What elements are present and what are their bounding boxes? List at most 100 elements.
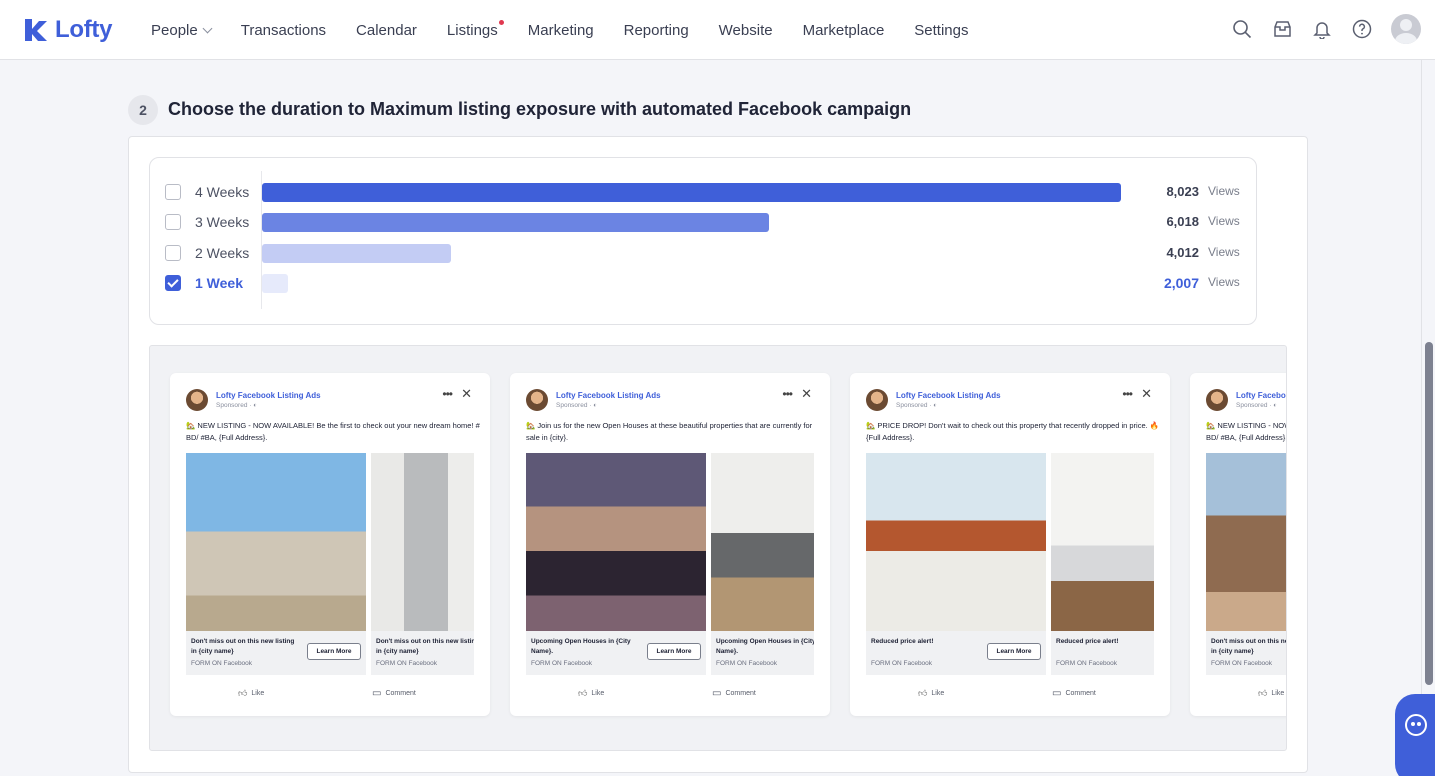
nav-item-label: Transactions: [240, 21, 327, 39]
nav-item-label: Reporting: [623, 21, 689, 39]
nav-item-reporting[interactable]: Reporting: [624, 22, 689, 39]
nav-item-transactions[interactable]: Transactions: [241, 22, 326, 39]
ad-header: Lofty Facebook Listing Ads Sponsored · ◐: [866, 389, 1001, 411]
nav-item-marketing[interactable]: Marketing: [528, 22, 594, 39]
thumbs-up-icon: 👍︎: [578, 688, 588, 698]
listing-photo: [186, 453, 366, 631]
carousel-headline: Don't miss out on this new listing in {c…: [376, 638, 474, 655]
ad-page-name: Lofty Facebook Listing Ads: [556, 391, 661, 400]
inbox-icon[interactable]: [1271, 18, 1293, 40]
lofty-logo-icon: [25, 19, 47, 41]
search-icon[interactable]: [1231, 18, 1253, 40]
like-action[interactable]: 👍︎ Like: [238, 688, 264, 699]
carousel-source: FORM ON Facebook: [1056, 660, 1118, 667]
nav-item-marketplace[interactable]: Marketplace: [803, 22, 885, 39]
help-icon[interactable]: [1351, 18, 1373, 40]
nav-item-calendar[interactable]: Calendar: [356, 22, 417, 39]
nav-item-listings[interactable]: Listings: [447, 19, 504, 39]
comment-icon: ▭: [372, 688, 382, 699]
learn-more-button[interactable]: Learn More: [307, 643, 361, 660]
duration-option-1-week[interactable]: 1 Week: [165, 273, 243, 293]
facebook-ad-card: Lofty Facebook Listing Ads Sponsored · ◐ •…: [170, 373, 490, 716]
thumbs-up-icon: 👍︎: [238, 688, 248, 698]
ad-meta: Lofty Facebook Listing Ads Sponsored · ◐: [896, 391, 1001, 409]
close-icon[interactable]: ✕: [1141, 386, 1152, 402]
carousel-card-footer: Don't miss out on this new listing in {c…: [371, 631, 474, 675]
like-action[interactable]: 👍︎ Like: [1258, 688, 1284, 699]
main-nav: People Transactions Calendar Listings Market…: [151, 0, 999, 60]
comment-action[interactable]: ▭ Comment: [372, 688, 416, 699]
header-actions: [1231, 14, 1421, 44]
like-label: Like: [931, 690, 945, 697]
carousel-source: FORM ON Facebook: [1211, 660, 1273, 667]
like-action[interactable]: 👍︎ Like: [918, 688, 944, 699]
nav-item-label: Marketplace: [802, 21, 885, 39]
bell-icon[interactable]: [1311, 18, 1333, 40]
views-count: 8,023: [1166, 184, 1199, 199]
learn-more-button[interactable]: Learn More: [647, 643, 701, 660]
thumbs-up-icon: 👍︎: [918, 688, 928, 698]
duration-option-4-weeks[interactable]: 4 Weeks: [165, 182, 249, 202]
page-avatar: [526, 389, 548, 411]
scrollbar-thumb[interactable]: [1425, 342, 1433, 685]
ad-meta: Lofty Facebook Listing Ads Sponsored · ◐: [1236, 391, 1286, 409]
listing-photo: [711, 453, 814, 631]
facebook-ads-preview: Lofty Facebook Listing Ads Sponsored · ◐ •…: [149, 345, 1287, 751]
views-unit: Views: [1208, 275, 1240, 289]
ad-body-text: 🏡 Join us for the new Open Houses at the…: [526, 421, 813, 442]
ad-meta: Lofty Facebook Listing Ads Sponsored · ◐: [216, 391, 321, 409]
duration-checkbox[interactable]: [165, 245, 181, 261]
close-icon[interactable]: ✕: [801, 386, 812, 402]
nav-item-settings[interactable]: Settings: [914, 22, 968, 39]
user-avatar[interactable]: [1391, 14, 1421, 44]
comment-action[interactable]: ▭ Comment: [712, 688, 756, 699]
more-options-icon[interactable]: •••: [442, 387, 453, 401]
more-options-icon[interactable]: •••: [1122, 387, 1133, 401]
views-unit: Views: [1208, 184, 1240, 198]
ad-meta: Lofty Facebook Listing Ads Sponsored · ◐: [556, 391, 661, 409]
facebook-ad-card: Lofty Facebook Listing Ads Sponsored · ◐ •…: [510, 373, 830, 716]
duration-checkbox[interactable]: [165, 275, 181, 291]
ad-body-text: 🏡 PRICE DROP! Don't wait to check out th…: [866, 421, 1160, 442]
lofty-logo[interactable]: Lofty: [23, 16, 112, 44]
page-avatar: [1206, 389, 1228, 411]
carousel-card-footer: Don't miss out on this new listing in {c…: [1206, 631, 1286, 675]
ad-sponsored-label: Sponsored · ◐: [556, 402, 661, 409]
chat-launcher-button[interactable]: [1395, 694, 1435, 776]
thumbs-up-icon: 👍︎: [1258, 688, 1268, 698]
ad-sponsored-label: Sponsored · ◐: [1236, 402, 1286, 409]
carousel-headline: Upcoming Open Houses in {City Name}.: [531, 638, 631, 655]
globe-icon: ◐: [253, 402, 258, 409]
step-number-badge: 2: [128, 95, 158, 125]
duration-option-3-weeks[interactable]: 3 Weeks: [165, 212, 249, 232]
duration-checkbox[interactable]: [165, 214, 181, 230]
views-bar: [262, 244, 451, 263]
learn-more-button[interactable]: Learn More: [987, 643, 1041, 660]
nav-item-people[interactable]: People: [151, 21, 213, 39]
more-options-icon[interactable]: •••: [782, 387, 793, 401]
close-icon[interactable]: ✕: [461, 386, 472, 402]
views-count: 2,007: [1163, 275, 1199, 291]
listing-photo: [1051, 453, 1154, 631]
comment-action[interactable]: ▭ Comment: [1052, 688, 1096, 699]
ad-carousel: Upcoming Open Houses in {City Name}. FORM…: [526, 453, 814, 675]
ad-header: Lofty Facebook Listing Ads Sponsored · ◐: [1206, 389, 1286, 411]
globe-icon: ◐: [1273, 402, 1278, 409]
nav-item-label: People: [151, 21, 198, 39]
views-bar: [262, 274, 288, 293]
nav-item-website[interactable]: Website: [719, 22, 773, 39]
carousel-source: FORM ON Facebook: [716, 660, 778, 667]
nav-item-label: Settings: [914, 21, 969, 39]
carousel-headline: Don't miss out on this new listing in {c…: [1211, 638, 1286, 655]
duration-label: 3 Weeks: [195, 214, 250, 230]
carousel-card-footer: Upcoming Open Houses in {City Name}. FORM…: [526, 631, 706, 675]
listing-photo: [1206, 453, 1286, 631]
comment-label: Comment: [1065, 690, 1096, 697]
like-action[interactable]: 👍︎ Like: [578, 688, 604, 699]
duration-checkbox[interactable]: [165, 184, 181, 200]
page-scrollbar[interactable]: [1421, 60, 1435, 776]
ad-page-name: Lofty Facebook Listing Ads: [216, 391, 321, 400]
views-count: 4,012: [1166, 245, 1199, 260]
ad-sponsored-label: Sponsored · ◐: [896, 402, 1001, 409]
duration-option-2-weeks[interactable]: 2 Weeks: [165, 243, 249, 263]
